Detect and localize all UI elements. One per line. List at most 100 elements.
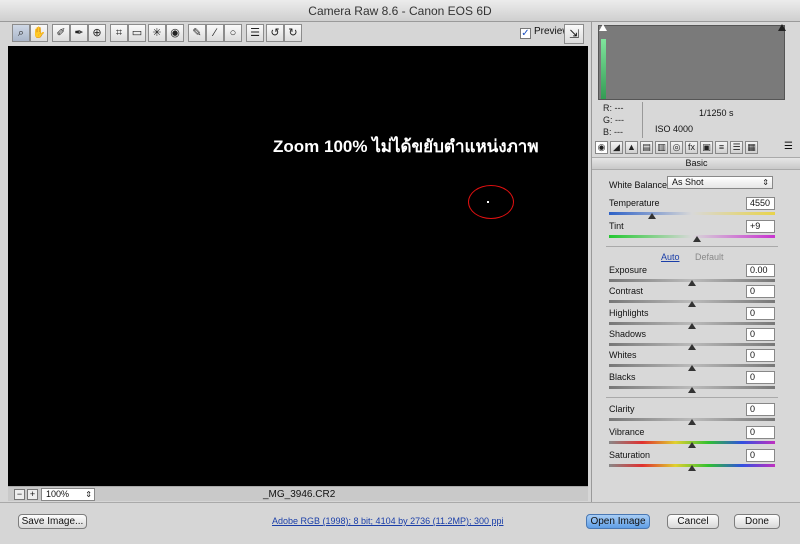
highlights-label: Highlights [609, 308, 649, 318]
open-image-button[interactable]: Open Image [586, 514, 650, 529]
blacks-value-field[interactable]: 0 [746, 371, 775, 384]
divider [606, 246, 778, 247]
rotate-left-icon[interactable]: ↺ [266, 24, 284, 42]
shadows-value-field[interactable]: 0 [746, 328, 775, 341]
spot-removal-tool-icon[interactable]: ✳ [148, 24, 166, 42]
default-link[interactable]: Default [695, 252, 724, 262]
presets-tab-icon[interactable]: ≡ [715, 141, 728, 154]
hand-tool-icon[interactable]: ✋ [30, 24, 48, 42]
highlight-dot [487, 201, 489, 203]
detail-tab-icon[interactable]: ▲ [625, 141, 638, 154]
divider [606, 397, 778, 398]
clarity-value-field[interactable]: 0 [746, 403, 775, 416]
whites-value-field[interactable]: 0 [746, 349, 775, 362]
split-toning-tab-icon[interactable]: ▥ [655, 141, 668, 154]
auto-link[interactable]: Auto [661, 252, 680, 262]
temperature-slider-track[interactable] [609, 212, 775, 215]
temperature-slider-thumb[interactable] [648, 213, 657, 219]
highlight-clipping-warning-icon[interactable] [778, 24, 786, 31]
panel-title: Basic [592, 157, 800, 170]
window-title: Camera Raw 8.6 - Canon EOS 6D [0, 0, 800, 22]
fullscreen-toggle-icon[interactable]: ⇲ [564, 24, 584, 44]
chevron-updown-icon: ⇕ [85, 490, 92, 499]
annotation-circle [468, 185, 514, 219]
adjustments-panel: R: --- G: --- B: --- 1/1250 s ISO 4000 ☰… [591, 22, 800, 502]
workflow-options-link[interactable]: Adobe RGB (1998); 8 bit; 4104 by 2736 (1… [272, 516, 503, 526]
white-balance-tool-icon[interactable]: ✐ [52, 24, 70, 42]
contrast-label: Contrast [609, 286, 644, 296]
save-image-button[interactable]: Save Image... [18, 514, 87, 529]
zoom-in-icon[interactable]: + [27, 489, 38, 500]
saturation-label: Saturation [609, 450, 651, 460]
shadows-slider-thumb[interactable] [688, 344, 696, 350]
filename-label: _MG_3946.CR2 [263, 489, 336, 500]
highlights-slider-thumb[interactable] [688, 323, 696, 329]
zoom-level-value: 100% [46, 489, 70, 499]
settings-tab-icon[interactable]: ☰ [730, 141, 743, 154]
contrast-value-field[interactable]: 0 [746, 285, 775, 298]
image-preview-canvas[interactable]: Zoom 100% ไม่ได้ขยับตำแหน่งภาพ [8, 46, 588, 486]
histogram-bars [601, 39, 606, 99]
r-value: --- [614, 103, 624, 113]
g-value: --- [615, 115, 625, 125]
basic-tab-icon[interactable]: ◉ [595, 141, 608, 154]
shadow-clipping-warning-icon[interactable] [599, 24, 607, 31]
saturation-slider-thumb[interactable] [688, 465, 696, 471]
tint-value-field[interactable]: +9 [746, 220, 775, 233]
cancel-button[interactable]: Cancel [667, 514, 719, 529]
clarity-slider-thumb[interactable] [688, 419, 696, 425]
white-balance-select[interactable]: As Shot ⇕ [667, 176, 773, 189]
tint-slider-thumb[interactable] [692, 236, 701, 242]
preferences-icon[interactable]: ☰ [246, 24, 264, 42]
rotate-right-icon[interactable]: ↻ [284, 24, 302, 42]
camera-calibration-tab-icon[interactable]: ▣ [700, 141, 713, 154]
zoom-out-icon[interactable]: − [14, 489, 25, 500]
iso-value: ISO 4000 [655, 124, 694, 134]
panel-menu-icon[interactable]: ☰ [784, 141, 793, 152]
hsl-tab-icon[interactable]: ▤ [640, 141, 653, 154]
whites-slider-thumb[interactable] [688, 365, 696, 371]
highlights-value-field[interactable]: 0 [746, 307, 775, 320]
rgb-readout: R: --- G: --- B: --- [603, 102, 624, 138]
radial-filter-icon[interactable]: ○ [224, 24, 242, 42]
preview-check-icon: ✓ [520, 28, 531, 39]
g-label: G: [603, 115, 613, 125]
contrast-slider-thumb[interactable] [688, 301, 696, 307]
red-eye-tool-icon[interactable]: ◉ [166, 24, 184, 42]
adjustment-brush-icon[interactable]: ✎ [188, 24, 206, 42]
histogram [598, 25, 785, 100]
temperature-value-field[interactable]: 4550 [746, 197, 775, 210]
zoom-level-select[interactable]: 100% ⇕ [41, 488, 95, 501]
crop-tool-icon[interactable]: ⌗ [110, 24, 128, 42]
exposure-value-field[interactable]: 0.00 [746, 264, 775, 277]
blacks-label: Blacks [609, 372, 636, 382]
vibrance-label: Vibrance [609, 427, 645, 437]
white-balance-label: White Balance: [609, 180, 670, 190]
snapshots-tab-icon[interactable]: ▦ [745, 141, 758, 154]
exif-info: 1/1250 s ISO 4000 [642, 102, 790, 138]
graduated-filter-icon[interactable]: ∕ [206, 24, 224, 42]
preview-checkbox[interactable]: ✓ Preview [520, 26, 570, 39]
annotation-text: Zoom 100% ไม่ได้ขยับตำแหน่งภาพ [273, 137, 539, 156]
tone-curve-tab-icon[interactable]: ◢ [610, 141, 623, 154]
blacks-slider-thumb[interactable] [688, 387, 696, 393]
exposure-slider-thumb[interactable] [688, 280, 696, 286]
vibrance-value-field[interactable]: 0 [746, 426, 775, 439]
zoom-tool-icon[interactable]: ⌕ [12, 24, 30, 42]
tint-label: Tint [609, 221, 624, 231]
targeted-adjustment-tool-icon[interactable]: ⊕ [88, 24, 106, 42]
shadows-label: Shadows [609, 329, 647, 339]
chevron-updown-icon: ⇕ [762, 178, 769, 187]
saturation-value-field[interactable]: 0 [746, 449, 775, 462]
temperature-label: Temperature [609, 198, 660, 208]
exposure-label: Exposure [609, 265, 648, 275]
toolbar: ✓ Preview ⇲ ⌕ ✋ ✐ ✒ ⊕ ⌗ ▭ ✳ ◉ ✎ ∕ ○ ☰ ↺ ↻ [8, 24, 588, 46]
straighten-tool-icon[interactable]: ▭ [128, 24, 146, 42]
lens-corrections-tab-icon[interactable]: ◎ [670, 141, 683, 154]
done-button[interactable]: Done [734, 514, 780, 529]
shutter-speed: 1/1250 s [699, 108, 734, 118]
color-sampler-tool-icon[interactable]: ✒ [70, 24, 88, 42]
effects-tab-icon[interactable]: fx [685, 141, 698, 154]
vibrance-slider-thumb[interactable] [688, 442, 696, 448]
panel-tabs: ☰ ◉ ◢ ▲ ▤ ▥ ◎ fx ▣ ≡ ☰ ▦ [592, 140, 800, 156]
